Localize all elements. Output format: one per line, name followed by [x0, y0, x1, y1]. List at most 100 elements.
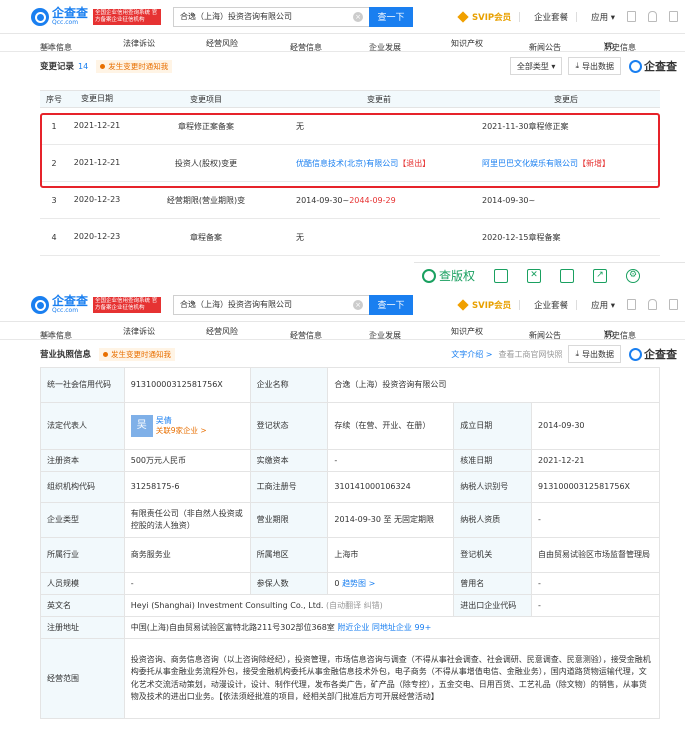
tab-ip[interactable]: 知识产权: [451, 326, 483, 337]
avatar[interactable]: 吴: [130, 415, 153, 437]
qcc-logo[interactable]: 企查查 Qcc.com: [31, 7, 91, 26]
field-label: 工商注册号: [249, 471, 329, 503]
svip-link[interactable]: SVIP会员: [457, 10, 511, 23]
download-icon: ⤓: [575, 61, 579, 70]
dot-icon: [100, 63, 106, 69]
table-row: 所属行业 商务服务业 所属地区 上海市 登记机关 自由贸易试验区市场监督管理局: [40, 537, 660, 573]
search-button[interactable]: 查一下: [369, 6, 413, 27]
change-date: 2021-12-21: [68, 144, 126, 182]
credit-code: 91310000312581756X: [123, 367, 251, 403]
dot-icon: [103, 351, 109, 357]
legal-rep-name[interactable]: 吴倩: [156, 415, 207, 427]
official-badge: 全国企业信用查询系统 官方备案企业征信机构: [93, 296, 161, 313]
search-button[interactable]: 查一下: [369, 294, 413, 315]
clear-icon[interactable]: ×: [353, 299, 363, 310]
clear-icon[interactable]: ×: [353, 11, 363, 22]
field-label: 曾用名: [453, 572, 533, 595]
download-icon: ⤓: [575, 349, 579, 358]
value-before: 2014-09-30~2044-09-29: [286, 181, 472, 219]
industry: 商务服务业: [123, 537, 251, 573]
table-row: 法定代表人 吴 吴倩 关联9家企业 > 登记状态 存续（在营、开业、在册） 成立…: [40, 402, 660, 450]
settings-icon[interactable]: ⚙: [626, 268, 641, 283]
diamond-icon: [457, 298, 469, 311]
table-row: 组织机构代码 31258175-6 工商注册号 310141000106324 …: [40, 471, 660, 503]
floating-toolbar: 查版权 ✕ ↗ ⚙: [414, 262, 685, 288]
nearby-companies-link[interactable]: 附近企业 同地址企业 99+: [337, 623, 431, 632]
apps-menu[interactable]: 应用 ▾: [591, 11, 615, 23]
bell-icon[interactable]: [648, 11, 658, 22]
tab-legal[interactable]: 法律诉讼: [123, 38, 155, 49]
field-label: 所属行业: [40, 537, 125, 573]
search-input[interactable]: 合逸（上海）投资咨询有限公司 ×: [173, 6, 369, 27]
tab-risk[interactable]: 经营风险: [206, 38, 238, 49]
english-name: Heyi (Shanghai) Investment Consulting Co…: [123, 594, 455, 617]
row-number: 3: [40, 181, 68, 219]
notify-tag[interactable]: 发生变更时通知我: [96, 59, 173, 73]
doc-icon[interactable]: [669, 11, 679, 22]
trend-chart-link[interactable]: 趋势图 >: [342, 579, 375, 588]
logo-subtext: Qcc.com: [52, 19, 79, 26]
type-filter-dropdown[interactable]: 全部类型 ▾: [509, 57, 563, 75]
field-label: 统一社会信用代码: [40, 367, 125, 403]
staff-size: -: [123, 572, 251, 595]
top-bar: 企查查 Qcc.com 全国企业信用查询系统 官方备案企业征信机构 合逸（上海）…: [0, 0, 685, 34]
field-label: 组织机构代码: [40, 471, 125, 503]
insured-count: 0 趋势图 >: [327, 572, 455, 595]
logo-text: 企查查: [52, 6, 89, 20]
search-input[interactable]: 合逸（上海）投资咨询有限公司 ×: [173, 294, 369, 315]
table-row: 企业类型 有限责任公司（非自然人投资或控股的法人独资） 营业期限 2014-09…: [40, 502, 660, 538]
related-companies-link[interactable]: 关联9家企业 >: [156, 426, 207, 437]
phone-icon[interactable]: [494, 268, 509, 283]
change-item: 投资人(股权)变更: [126, 144, 286, 182]
field-label: 成立日期: [453, 402, 533, 450]
table-header-row: 序号 变更日期 变更项目 变更前 变更后: [40, 90, 660, 108]
apps-menu[interactable]: 应用 ▾: [591, 299, 615, 311]
exit-tag: 【退出】: [398, 158, 431, 168]
phone-icon[interactable]: [627, 11, 637, 22]
expand-icon[interactable]: ✕: [527, 268, 542, 283]
snapshot-link[interactable]: 查看工商官网快照: [498, 349, 562, 360]
divider: [576, 299, 578, 310]
company-name: 合逸（上海）投资咨询有限公司: [327, 367, 660, 403]
field-label: 营业期限: [249, 502, 329, 538]
company-link[interactable]: 优酷信息技术(北京)有限公司: [296, 159, 398, 168]
logo-icon: [31, 295, 49, 314]
legal-rep: 吴 吴倩 关联9家企业 >: [123, 402, 251, 450]
export-button[interactable]: ⤓ 导出数据: [568, 345, 621, 363]
qcc-logo[interactable]: 企查查 Qcc.com: [31, 295, 91, 314]
field-label: 英文名: [40, 594, 125, 617]
field-label: 法定代表人: [40, 402, 125, 450]
reg-address: 中国(上海)自由贸易试验区富特北路211号302部位368室 附近企业 同地址企…: [123, 616, 661, 639]
field-label: 登记机关: [453, 537, 533, 573]
tab-risk[interactable]: 经营风险: [206, 326, 238, 337]
copyright-brand[interactable]: 查版权: [422, 267, 475, 284]
company-link[interactable]: 阿里巴巴文化娱乐有限公司: [482, 159, 578, 168]
doc-icon[interactable]: [669, 299, 679, 310]
svip-link[interactable]: SVIP会员: [457, 298, 511, 311]
value-before: 无: [286, 218, 472, 256]
change-item: 章程修正案备案: [126, 107, 286, 145]
bell-icon[interactable]: [648, 299, 658, 310]
translate-note[interactable]: (自动翻译 纠错): [326, 601, 383, 610]
package-link[interactable]: 企业套餐: [534, 11, 568, 23]
section-count: 14: [78, 61, 89, 71]
field-label: 实缴资本: [249, 449, 329, 472]
official-badge: 全国企业信用查询系统 官方备案企业征信机构: [93, 8, 161, 25]
logo-icon: [31, 7, 49, 26]
share-icon[interactable]: ↗: [593, 268, 608, 283]
package-link[interactable]: 企业套餐: [534, 299, 568, 311]
nav-tabs: 基本信息 999+ 法律诉讼 经营风险 经营信息 1 企业发展 7 知识产权 新…: [0, 322, 685, 340]
tab-legal[interactable]: 法律诉讼: [123, 326, 155, 337]
value-after: 2020-12-15章程备案: [472, 218, 660, 256]
save-icon[interactable]: [560, 268, 575, 283]
text-intro-link[interactable]: 文字介绍 >: [451, 349, 492, 360]
tab-ip[interactable]: 知识产权: [451, 38, 483, 49]
table-row: 4 2020-12-23 章程备案 无 2020-12-15章程备案: [40, 218, 660, 256]
col-header: 变更项目: [126, 90, 286, 108]
phone-icon[interactable]: [627, 299, 637, 310]
table-row: 2 2021-12-21 投资人(股权)变更 优酷信息技术(北京)有限公司【退出…: [40, 144, 660, 182]
notify-tag[interactable]: 发生变更时通知我: [99, 347, 176, 361]
field-label: 人员规模: [40, 572, 125, 595]
search-value: 合逸（上海）投资咨询有限公司: [180, 300, 292, 309]
export-button[interactable]: ⤓ 导出数据: [568, 57, 621, 75]
